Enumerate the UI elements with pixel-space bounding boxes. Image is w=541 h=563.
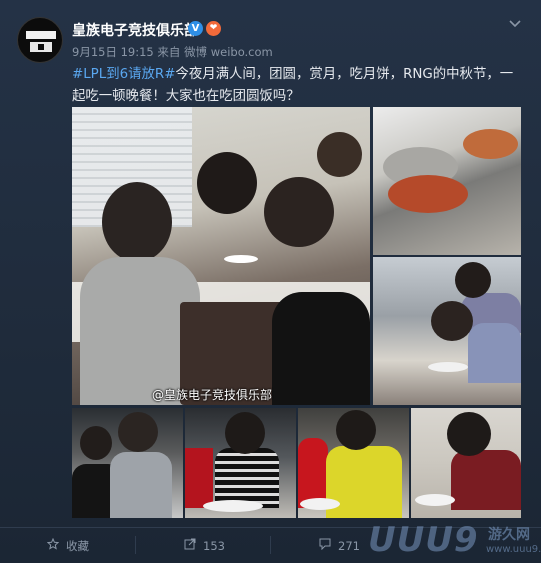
photo-group-dinner[interactable]: @皇族电子竞技俱乐部 <box>72 107 370 405</box>
post-time[interactable]: 9月15日 19:15 <box>72 45 154 59</box>
via-prefix: 来自 <box>157 45 181 59</box>
photo-buffet-trays[interactable] <box>373 107 521 255</box>
photo-red-shirt[interactable] <box>411 408 521 518</box>
weibo-post-card: 皇族电子竞技俱乐部 V ❤ 9月15日 19:15 来自 微博 weibo.co… <box>0 0 541 563</box>
site-url: www.uuu9.com <box>486 544 541 555</box>
photo-two-players[interactable] <box>72 408 183 518</box>
comment-count: 271 <box>338 539 360 553</box>
post-meta: 9月15日 19:15 来自 微博 weibo.com <box>72 44 273 60</box>
photo-striped-shirt[interactable] <box>185 408 296 518</box>
chevron-down-icon[interactable] <box>507 16 523 32</box>
uuu9-logo: UUU9 <box>368 520 479 560</box>
avatar[interactable] <box>17 17 63 63</box>
verified-icon: V <box>188 21 203 36</box>
share-count: 153 <box>203 539 225 553</box>
photo-watermark: @皇族电子竞技俱乐部 <box>152 388 273 402</box>
divider <box>135 536 136 554</box>
site-watermark: UUU9 游久网 www.uuu9.com <box>368 520 541 560</box>
favorite-label: 收藏 <box>66 539 89 553</box>
favorite-button[interactable]: 收藏 <box>46 537 89 554</box>
share-icon <box>183 538 197 553</box>
author-name[interactable]: 皇族电子竞技俱乐部 <box>72 20 198 40</box>
share-button[interactable]: 153 <box>183 538 225 553</box>
post-source[interactable]: 微博 weibo.com <box>184 45 273 59</box>
comment-icon <box>318 538 332 553</box>
vip-badge-icon: ❤ <box>206 21 221 36</box>
star-icon <box>46 537 60 553</box>
divider <box>270 536 271 554</box>
photo-players-eating[interactable] <box>373 257 521 405</box>
photo-yellow-shirt[interactable] <box>298 408 409 518</box>
rng-logo-icon <box>26 31 56 39</box>
post-text: #LPL到6请放R#今夜月满人间，团圆，赏月，吃月饼，RNG的中秋节，一起吃一顿… <box>72 64 522 108</box>
topic-link[interactable]: #LPL到6请放R# <box>72 67 175 82</box>
comment-button[interactable]: 271 <box>318 538 360 553</box>
site-name: 游久网 <box>488 527 530 543</box>
